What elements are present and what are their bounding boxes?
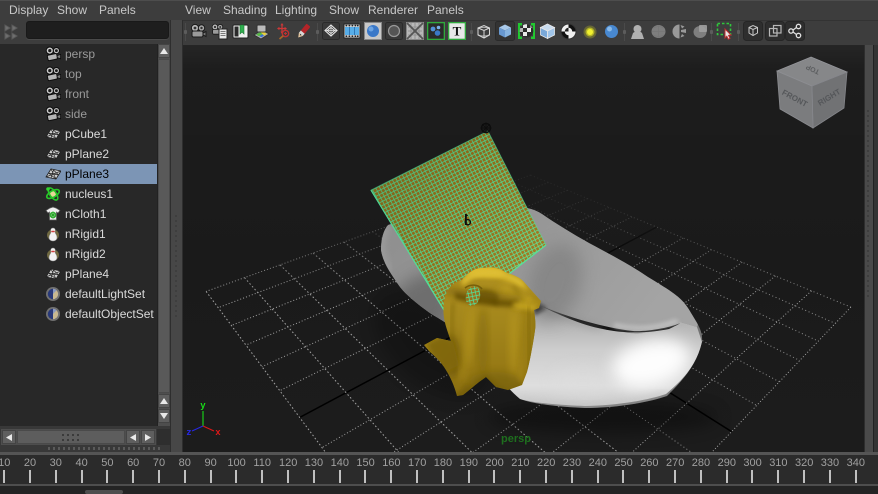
svg-text:T: T [453, 24, 462, 39]
svg-text:z: z [186, 428, 191, 438]
svg-text:y: y [200, 401, 206, 411]
svg-text:persp: persp [501, 433, 531, 445]
svg-text:x: x [215, 428, 221, 438]
